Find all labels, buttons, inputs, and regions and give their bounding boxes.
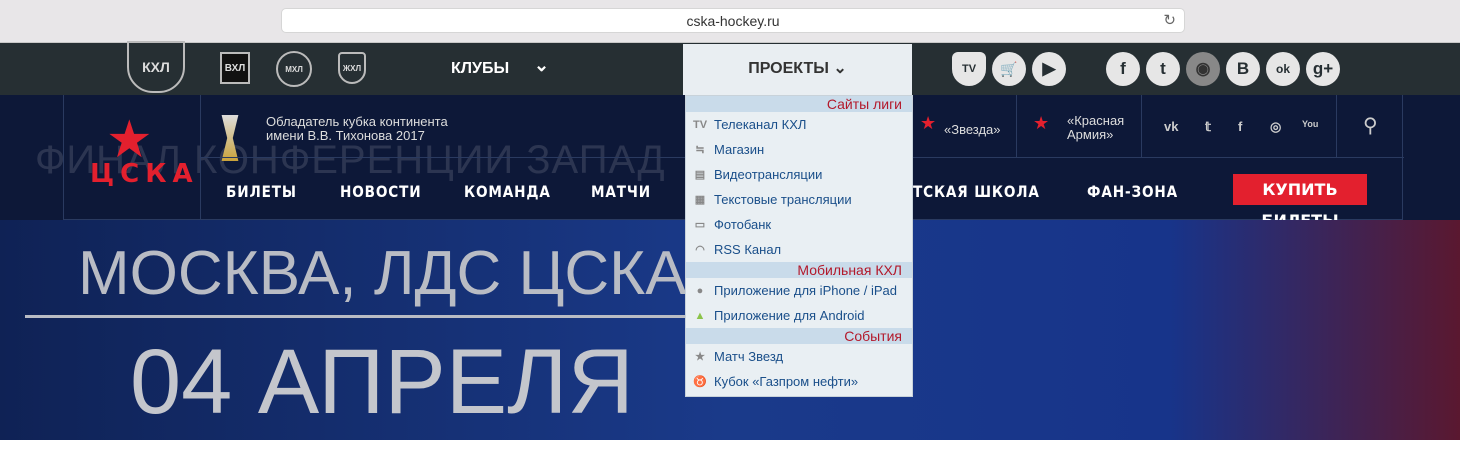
khl-logo[interactable]: КХЛ (127, 41, 185, 93)
google-plus-icon[interactable]: g+ (1306, 52, 1340, 86)
vk-icon[interactable]: B (1226, 52, 1260, 86)
dropdown-item-label: Телеканал КХЛ (714, 117, 807, 132)
search-icon: ⚲ (1363, 115, 1378, 137)
odnoklassniki-icon[interactable]: ok (1266, 52, 1300, 86)
dropdown-section-header: События (686, 328, 912, 344)
dropdown-item[interactable]: ▭ Фотобанк (686, 212, 912, 237)
zhl-logo[interactable]: ЖХЛ (338, 52, 366, 84)
nav-matches[interactable]: МАТЧИ (591, 182, 651, 201)
hero-venue: МОСКВА, ЛДС ЦСКА (78, 239, 687, 308)
menu-item-icon: ▤ (694, 169, 706, 181)
chevron-down-icon[interactable]: ⌄ (534, 55, 549, 76)
nav-news[interactable]: НОВОСТИ (340, 182, 421, 201)
search-button[interactable]: ⚲ (1336, 95, 1404, 157)
clubs-menu[interactable]: КЛУБЫ (451, 60, 509, 78)
menu-item-icon: ● (696, 284, 704, 297)
dropdown-item[interactable]: TV Телеканал КХЛ (686, 112, 912, 137)
projects-dropdown: Сайты лиги TV Телеканал КХЛ ≒ Магазин ▤ Видеот… (685, 95, 913, 397)
dropdown-item-label: Матч Звезд (714, 349, 784, 364)
facebook-icon[interactable]: f (1238, 119, 1242, 134)
vhl-logo[interactable]: ВХЛ (220, 52, 250, 84)
menu-item-icon: ★ (695, 351, 705, 363)
cska-logo[interactable]: ★ ЦСКА (64, 95, 201, 220)
hero-date: 04 АПРЕЛЯ (130, 331, 634, 433)
dropdown-item-label: Текстовые трансляции (714, 192, 852, 207)
nav-tickets[interactable]: БИЛЕТЫ (226, 182, 297, 201)
star-icon: ★ (1033, 113, 1050, 133)
cup-caption: Обладатель кубка континента имени В.В. Ти… (266, 114, 448, 143)
youtube-icon[interactable]: You (1302, 119, 1318, 129)
nav-team[interactable]: КОМАНДА (464, 182, 551, 201)
reload-icon[interactable]: ↻ (1163, 9, 1176, 33)
instagram-icon[interactable]: ◎ (1270, 119, 1281, 135)
social-links: vk 𝕥 f ◎ You (1141, 95, 1336, 157)
chevron-down-icon: ⌄ (833, 60, 847, 77)
menu-item-icon: ◠ (695, 244, 705, 256)
dropdown-section-header: Сайты лиги (686, 96, 912, 112)
play-icon[interactable]: ▶ (1032, 52, 1066, 86)
url-text: cska-hockey.ru (686, 13, 780, 29)
buy-tickets-button[interactable]: КУПИТЬ БИЛЕТЫ (1233, 174, 1367, 230)
top-nav: КХЛ ВХЛ МХЛ ЖХЛ КЛУБЫ ⌄ ПРОЕКТЫ ⌄ TV 🛒 ▶… (0, 41, 1460, 95)
divider (25, 315, 690, 318)
dropdown-item[interactable]: ≒ Магазин (686, 137, 912, 162)
twitter-icon[interactable]: t (1146, 52, 1180, 86)
instagram-icon[interactable]: ◉ (1186, 52, 1220, 86)
dropdown-item[interactable]: ▲ Приложение для Android (686, 303, 912, 328)
facebook-icon[interactable]: f (1106, 52, 1140, 86)
zvezda-link[interactable]: ★ «Звезда» (911, 95, 1016, 157)
dropdown-item[interactable]: ▦ Текстовые трансляции (686, 187, 912, 212)
dropdown-item-label: Кубок «Газпром нефти» (714, 374, 859, 389)
krasnaya-armiya-link[interactable]: ★ «Красная Армия» (1016, 95, 1141, 157)
vk-icon[interactable]: vk (1164, 119, 1178, 134)
nav-fan-zone[interactable]: ФАН-ЗОНА (1087, 182, 1178, 201)
khl-tv-icon[interactable]: TV (952, 52, 986, 86)
projects-menu[interactable]: ПРОЕКТЫ ⌄ (683, 44, 912, 95)
menu-item-icon: ▦ (694, 194, 706, 206)
dropdown-item-label: Приложение для Android (714, 308, 865, 323)
mhl-logo[interactable]: МХЛ (276, 51, 312, 87)
menu-item-icon: ▭ (694, 219, 706, 231)
menu-item-icon: ≒ (695, 144, 705, 156)
twitter-icon[interactable]: 𝕥 (1205, 119, 1211, 135)
menu-item-icon: TV (692, 118, 708, 131)
dropdown-item[interactable]: ★ Матч Звезд (686, 344, 912, 369)
projects-label: ПРОЕКТЫ (748, 60, 829, 77)
dropdown-item[interactable]: ● Приложение для iPhone / iPad (686, 278, 912, 303)
shop-icon[interactable]: 🛒 (992, 52, 1026, 86)
dropdown-section-header: Мобильная КХЛ (686, 262, 912, 278)
browser-toolbar: cska-hockey.ru ↻ (0, 0, 1460, 43)
menu-item-icon: ♉ (693, 376, 707, 388)
nav-school[interactable]: ТСКАЯ ШКОЛА (913, 182, 1040, 201)
address-bar[interactable]: cska-hockey.ru ↻ (281, 8, 1185, 33)
dropdown-item[interactable]: ◠ RSS Канал (686, 237, 912, 262)
star-icon: ★ (920, 113, 937, 133)
menu-item-icon: ▲ (694, 309, 706, 322)
logo-text: ЦСКА (90, 159, 199, 189)
dropdown-item-label: RSS Канал (714, 242, 782, 257)
dropdown-item-label: Приложение для iPhone / iPad (714, 283, 898, 298)
dropdown-item[interactable]: ▤ Видеотрансляции (686, 162, 912, 187)
cup-icon (221, 115, 239, 161)
dropdown-item-label: Видеотрансляции (714, 167, 823, 182)
dropdown-item-label: Фотобанк (714, 217, 772, 232)
dropdown-item-label: Магазин (714, 142, 765, 157)
dropdown-item[interactable]: ♉ Кубок «Газпром нефти» (686, 369, 912, 394)
